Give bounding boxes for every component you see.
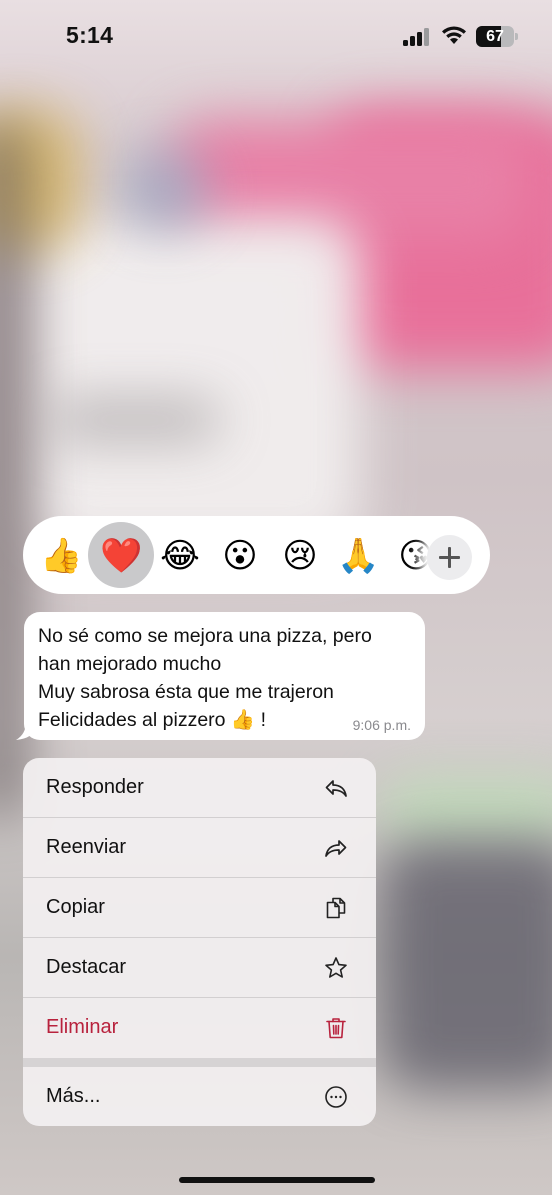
message-timestamp: 9:06 p.m. bbox=[352, 717, 411, 733]
cellular-signal-icon bbox=[403, 28, 433, 46]
menu-item-label: Destacar bbox=[46, 956, 127, 978]
more-options-icon bbox=[325, 1086, 347, 1108]
wifi-icon bbox=[442, 26, 466, 44]
message-bubble[interactable]: No sé como se mejora una pizza, pero han… bbox=[24, 612, 425, 740]
trash-icon bbox=[326, 1018, 346, 1039]
reaction-bar: 👍 ❤️ 😂 😮 😢 🙏 😘 bbox=[23, 516, 490, 594]
status-bar: 5:14 67 bbox=[0, 0, 552, 70]
menu-item-label: Reenviar bbox=[46, 836, 127, 858]
reaction-pray[interactable]: 🙏 bbox=[337, 535, 379, 577]
menu-item-label: Eliminar bbox=[46, 1016, 119, 1038]
reply-icon bbox=[325, 780, 347, 797]
menu-item-label: Responder bbox=[46, 776, 144, 798]
menu-item-label: Más... bbox=[46, 1085, 101, 1107]
message-context-menu: Responder Reenviar Copiar Destacar Elimi… bbox=[23, 758, 376, 1126]
battery-icon: 67 bbox=[476, 26, 518, 47]
menu-item-label: Copiar bbox=[46, 896, 105, 918]
menu-item-star[interactable]: Destacar bbox=[23, 938, 376, 998]
menu-item-forward[interactable]: Reenviar bbox=[23, 818, 376, 878]
reaction-crying[interactable]: 😢 bbox=[279, 535, 321, 577]
message-line: No sé como se mejora una pizza, pero bbox=[38, 625, 372, 647]
menu-item-more[interactable]: Más... bbox=[23, 1067, 376, 1126]
copy-icon bbox=[326, 897, 346, 919]
menu-item-delete[interactable]: Eliminar bbox=[23, 998, 376, 1058]
reaction-laughing[interactable]: 😂 bbox=[159, 535, 201, 577]
home-indicator[interactable] bbox=[179, 1177, 375, 1183]
reaction-surprised[interactable]: 😮 bbox=[219, 535, 261, 577]
forward-icon bbox=[325, 840, 347, 857]
battery-level: 67 bbox=[486, 28, 504, 45]
menu-item-copy[interactable]: Copiar bbox=[23, 878, 376, 938]
menu-group-separator bbox=[23, 1058, 376, 1067]
reaction-heart[interactable]: ❤️ bbox=[100, 535, 142, 577]
more-reactions-button[interactable] bbox=[427, 535, 472, 580]
star-icon bbox=[325, 957, 347, 978]
status-time: 5:14 bbox=[66, 22, 114, 48]
reaction-thumbs-up[interactable]: 👍 bbox=[40, 535, 82, 577]
menu-item-reply[interactable]: Responder bbox=[23, 758, 376, 818]
message-line: Muy sabrosa ésta que me trajeron bbox=[38, 681, 334, 703]
message-line: han mejorado mucho bbox=[38, 653, 222, 675]
